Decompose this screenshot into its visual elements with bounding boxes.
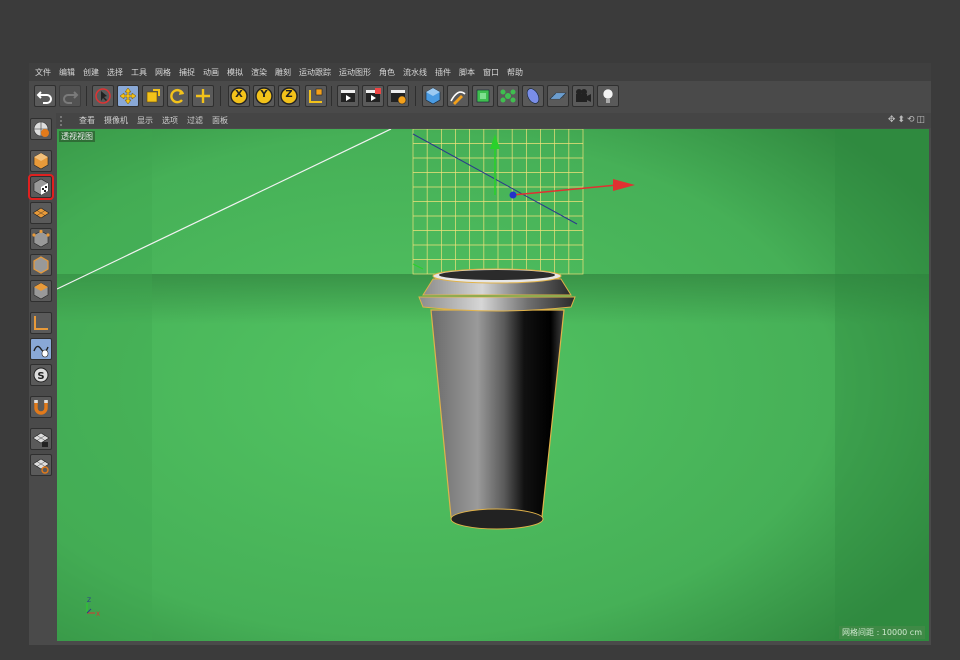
workplane-mode-button[interactable] (30, 202, 52, 224)
menu-item-8[interactable]: 模拟 (227, 67, 243, 78)
menu-item-15[interactable]: 插件 (435, 67, 451, 78)
axis-z-letter: Z (87, 597, 91, 604)
grip-handle[interactable] (60, 115, 70, 126)
viewport-scene (57, 129, 929, 641)
viewport-menu-item-5[interactable]: 面板 (212, 115, 228, 126)
edges-mode-button[interactable] (30, 254, 52, 276)
x-axis-lock-button[interactable]: X (228, 85, 250, 107)
camera-object-button[interactable] (572, 85, 594, 107)
menu-item-2[interactable]: 创建 (83, 67, 99, 78)
z-axis-label: Z (285, 89, 293, 100)
menu-item-9[interactable]: 渲染 (251, 67, 267, 78)
pen-spline-button[interactable] (447, 85, 469, 107)
magnet-tool-button[interactable] (30, 396, 52, 418)
lock-workplane-button[interactable] (30, 428, 52, 450)
viewport-menu-bar: 查看 摄像机 显示 选项 过滤 面板 ✥⬍⟲◫ (56, 113, 931, 128)
render-view-button[interactable] (337, 85, 359, 107)
menu-item-0[interactable]: 文件 (35, 67, 51, 78)
cube-object-button[interactable] (422, 85, 444, 107)
rotate-tool-button[interactable] (167, 85, 189, 107)
svg-text:S: S (37, 371, 44, 382)
viewport-navigation-icons[interactable]: ✥⬍⟲◫ (888, 115, 927, 125)
model-mode-button[interactable] (30, 150, 52, 172)
workplane-align-button[interactable] (30, 454, 52, 476)
texture-mode-button[interactable] (28, 174, 54, 200)
tweak-mode-button[interactable] (30, 338, 52, 360)
perspective-viewport[interactable]: 透视视图 Z X 网格间距 : 10000 cm (57, 129, 929, 641)
axis-x-letter: X (96, 611, 100, 618)
menu-item-13[interactable]: 角色 (379, 67, 395, 78)
redo-button[interactable] (59, 85, 81, 107)
world-axis-gizmo-icon: Z X (86, 597, 100, 618)
live-selection-button[interactable] (92, 85, 114, 107)
menu-bar: 文件 编辑 创建 选择 工具 网格 捕捉 动画 模拟 渲染 雕刻 运动跟踪 运动图形 角色 流水线 插件 脚本窗… (29, 63, 931, 81)
polygons-mode-button[interactable] (30, 280, 52, 302)
menu-item-14[interactable]: 流水线 (403, 67, 427, 78)
menu-item-4[interactable]: 工具 (131, 67, 147, 78)
snap-button[interactable]: S (30, 364, 52, 386)
menu-item-6[interactable]: 捕捉 (179, 67, 195, 78)
scale-tool-button[interactable] (142, 85, 164, 107)
viewport-menu-item-0[interactable]: 查看 (79, 115, 95, 126)
y-axis-label: Y (260, 89, 268, 100)
transform-tool-button[interactable] (192, 85, 214, 107)
viewport-menu-item-4[interactable]: 过滤 (187, 115, 203, 126)
menu-item-1[interactable]: 编辑 (59, 67, 75, 78)
cloner-button[interactable] (497, 85, 519, 107)
menu-item-3[interactable]: 选择 (107, 67, 123, 78)
menu-item-5[interactable]: 网格 (155, 67, 171, 78)
x-axis-label: X (235, 89, 243, 100)
viewport-menu-item-1[interactable]: 摄像机 (104, 115, 128, 126)
menu-item-11[interactable]: 运动跟踪 (299, 67, 331, 78)
viewport-menu-item-3[interactable]: 选项 (162, 115, 178, 126)
grid-spacing-readout: 网格间距 : 10000 cm (839, 626, 925, 639)
z-axis-lock-button[interactable]: Z (278, 85, 300, 107)
viewport-menu-item-2[interactable]: 显示 (137, 115, 153, 126)
axis-mode-button[interactable] (30, 312, 52, 334)
menu-item-17[interactable]: 窗口 (483, 67, 499, 78)
undo-button[interactable] (34, 85, 56, 107)
floor-object-button[interactable] (547, 85, 569, 107)
menu-item-16[interactable]: 脚本 (459, 67, 475, 78)
viewport-title: 透视视图 (59, 131, 95, 142)
render-settings-button[interactable] (387, 85, 409, 107)
light-object-button[interactable] (597, 85, 619, 107)
subdivision-surface-button[interactable] (472, 85, 494, 107)
menu-item-10[interactable]: 雕刻 (275, 67, 291, 78)
main-toolbar: X Y Z (29, 82, 931, 112)
left-tool-palette: S (28, 113, 55, 645)
points-mode-button[interactable] (30, 228, 52, 250)
coordinate-system-button[interactable] (305, 85, 327, 107)
make-editable-button[interactable] (30, 118, 52, 140)
menu-item-7[interactable]: 动画 (203, 67, 219, 78)
menu-item-18[interactable]: 帮助 (507, 67, 523, 78)
render-picture-viewer-button[interactable] (362, 85, 384, 107)
menu-item-12[interactable]: 运动图形 (339, 67, 371, 78)
y-axis-lock-button[interactable]: Y (253, 85, 275, 107)
deformer-button[interactable] (522, 85, 544, 107)
move-tool-button[interactable] (117, 85, 139, 107)
